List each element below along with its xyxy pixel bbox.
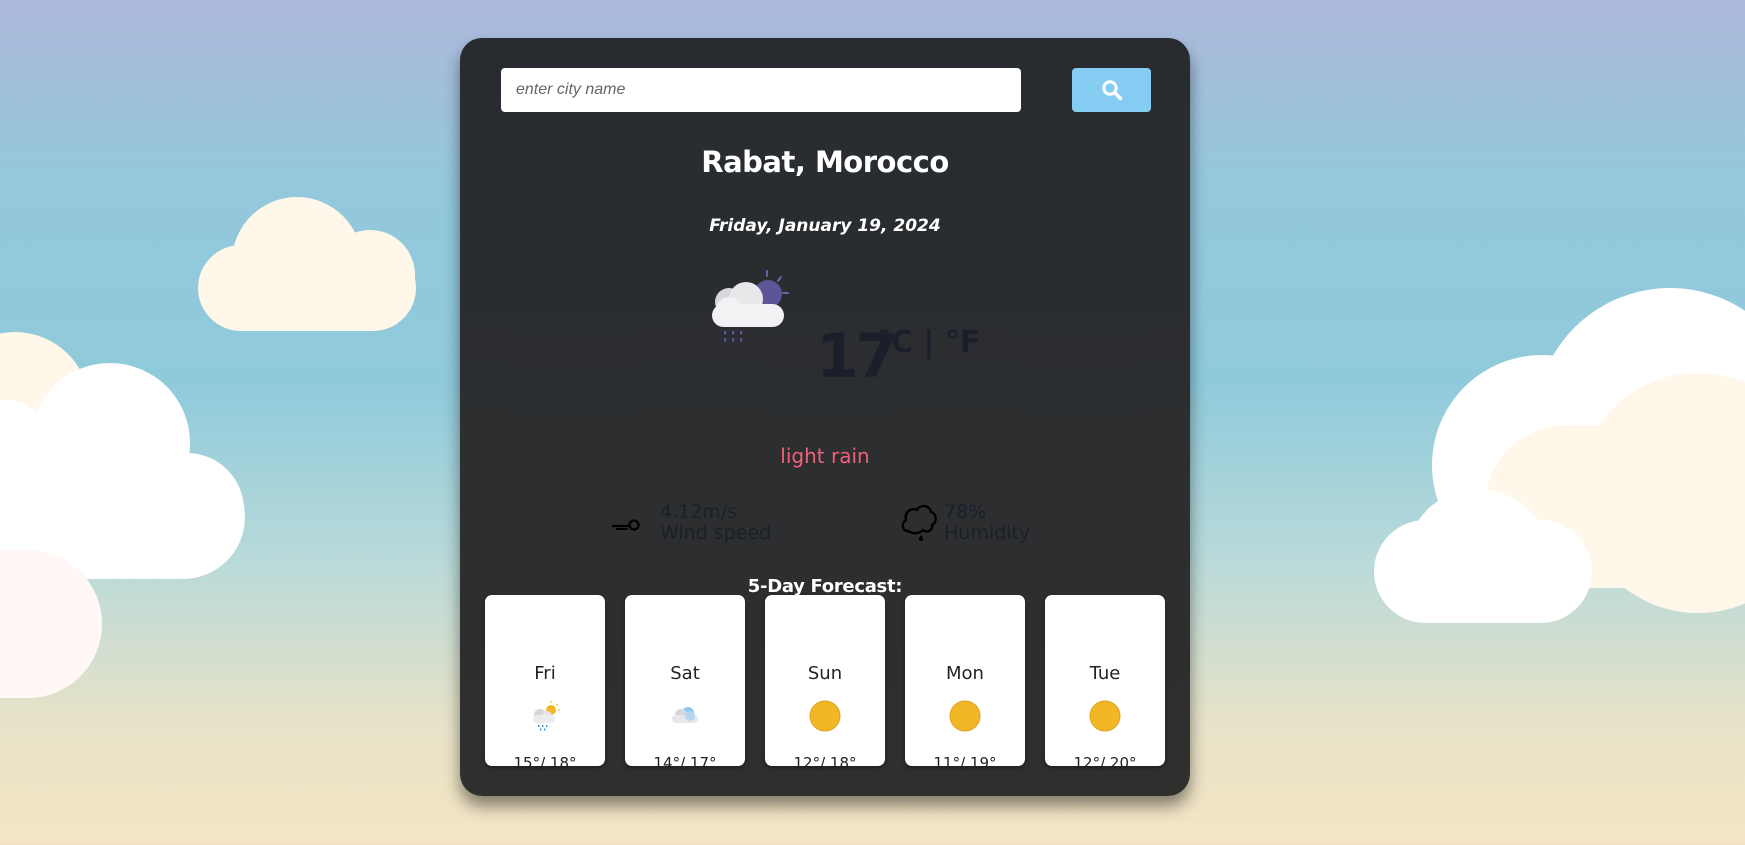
humidity-icon [900, 501, 938, 549]
forecast-high: 18° [829, 754, 857, 772]
forecast-day-temps: 12°/ 20° [1073, 754, 1137, 772]
cloud-rain-night-icon [705, 268, 797, 350]
forecast-high: 20° [1109, 754, 1137, 772]
forecast-day-name: Fri [534, 663, 556, 684]
forecast-low: 14° [653, 754, 681, 772]
forecast-high: 18° [549, 754, 577, 772]
sun-icon [809, 700, 841, 732]
forecast-title: 5-Day Forecast: [747, 576, 903, 597]
forecast-day-card: Tue 12°/ 20° [1045, 595, 1165, 772]
forecast-day-card: Fri 15°/ 18° [485, 595, 605, 772]
forecast-day-name: Tue [1089, 663, 1121, 684]
weather-condition: light rain [780, 444, 870, 468]
cloud-icon [669, 700, 701, 732]
forecast-low: 12° [1073, 754, 1101, 772]
forecast-high: 17° [689, 754, 717, 772]
city-search-input[interactable] [501, 68, 1021, 112]
forecast-day-card: Sun 12°/ 18° [765, 595, 885, 772]
sun-icon [1089, 700, 1121, 732]
weather-card: Rabat, Morocco Friday, January 19, 2024 [460, 38, 1190, 796]
rain-sun-icon [529, 700, 561, 732]
forecast-day-name: Sun [807, 663, 843, 684]
sun-icon [949, 700, 981, 732]
humidity-label: Humidity [944, 522, 1031, 544]
forecast-low: 15° [513, 754, 541, 772]
humidity-value: 78% [944, 501, 987, 523]
forecast-day-temps: 11°/ 19° [933, 754, 997, 772]
temperature-unit-toggle[interactable]: °C | °F [876, 328, 980, 358]
search-button[interactable] [1072, 68, 1151, 112]
city-name: Rabat, Morocco [701, 145, 949, 179]
current-date: Friday, January 19, 2024 [709, 216, 941, 236]
wind-icon [611, 518, 642, 537]
forecast-day-temps: 15°/ 18° [513, 754, 577, 772]
wind-speed-label: Wind speed [660, 522, 772, 544]
forecast-day-card: Mon 11°/ 19° [905, 595, 1025, 772]
forecast-day-name: Mon [946, 663, 984, 684]
forecast-day-temps: 12°/ 18° [793, 754, 857, 772]
forecast-day-card: Sat 14°/ 17° [625, 595, 745, 772]
search-icon [1101, 79, 1123, 101]
forecast-low: 12° [793, 754, 821, 772]
forecast-day-name: Sat [670, 663, 700, 684]
forecast-high: 19° [969, 754, 997, 772]
forecast-day-temps: 14°/ 17° [653, 754, 717, 772]
forecast-low: 11° [933, 754, 961, 772]
wind-speed-value: 4.12m/s [660, 501, 738, 523]
